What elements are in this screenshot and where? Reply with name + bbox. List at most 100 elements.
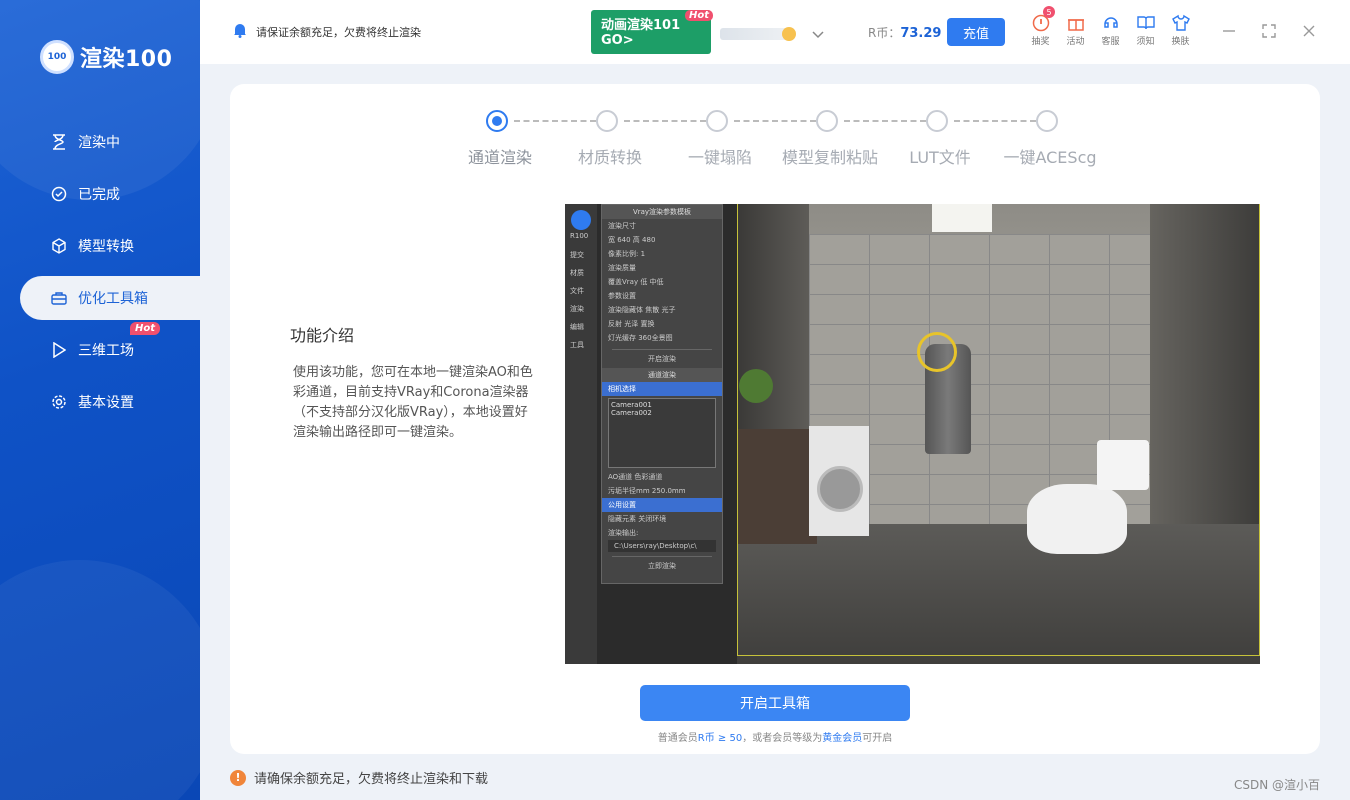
panel-row: 灯光缓存 360全景图 <box>608 334 673 342</box>
sidebar-item-label: 三维工场 <box>78 343 134 359</box>
step-dot-copy-paste[interactable] <box>816 110 838 132</box>
feature-stepper: 通道渲染 材质转换 一键塌陷 模型复制粘贴 LUT文件 一键ACEScg <box>230 110 1320 170</box>
r-coin-balance: R币：73.29 <box>868 24 941 41</box>
sidebar-item-3d-factory[interactable]: 三维工场 Hot <box>20 322 200 372</box>
sidebar-item-label: 渲染中 <box>78 135 120 151</box>
step-dot-lut[interactable] <box>926 110 948 132</box>
step-label-acescg[interactable]: 一键ACEScg <box>1003 144 1096 168</box>
app-logo: 100 渲染100 <box>40 40 172 74</box>
bathroom-render <box>737 204 1260 664</box>
step-label-collapse[interactable]: 一键塌陷 <box>688 144 752 168</box>
panel-row: 开启渲染 <box>612 349 712 364</box>
step-dot-collapse[interactable] <box>706 110 728 132</box>
sidebar-item-label: 已完成 <box>78 187 120 203</box>
cube-icon <box>50 237 68 255</box>
step-dot-acescg[interactable] <box>1036 110 1058 132</box>
tool-label: 客服 <box>1101 37 1120 47</box>
tool-label: 活动 <box>1066 37 1085 47</box>
panel-row: 相机选择 <box>602 382 722 396</box>
warning-icon: ! <box>230 769 246 786</box>
panel-row: 渲染隐藏体 焦散 光子 <box>608 306 676 314</box>
rail-item: 工具 <box>570 341 584 349</box>
book-icon <box>1136 16 1155 30</box>
panel-row: 覆盖Vray 低 中低 <box>608 278 664 286</box>
promo-go: GO> <box>601 33 634 48</box>
user-menu[interactable] <box>720 24 824 43</box>
watermark: CSDN @渲小百 <box>1234 778 1321 792</box>
note-gold-member[interactable]: 黄金会员 <box>822 733 862 744</box>
sidebar-nav: 渲染中 已完成 模型转换 优化工具箱 三维工场 Hot 基本设置 <box>20 120 200 432</box>
tool-activity[interactable]: 活动 <box>1063 14 1088 47</box>
camera-item: Camera001 <box>611 401 652 409</box>
sidebar-item-rendering[interactable]: 渲染中 <box>20 120 200 164</box>
feature-preview-image: R100 提交 材质 文件 渲染 编辑 工具 Vray渲染参数模板 渲染尺寸 宽… <box>565 204 1260 664</box>
note-r-coin: R币 ≥ 50 <box>697 733 743 744</box>
r-coin-value: 73.29 <box>900 26 942 41</box>
step-label-material[interactable]: 材质转换 <box>578 144 642 168</box>
sidebar-item-completed[interactable]: 已完成 <box>20 172 200 216</box>
bell-icon <box>232 22 248 41</box>
panel-row: 渲染质量 <box>608 264 636 272</box>
step-label-channel[interactable]: 通道渲染 <box>468 144 532 168</box>
step-connector <box>734 120 816 122</box>
sidebar-item-label: 基本设置 <box>78 395 134 411</box>
viewport-frame <box>737 204 1260 656</box>
panel-row: 隐藏元素 关闭环境 <box>608 515 667 523</box>
notice-text: 请保证余额充足，欠费将终止渲染 <box>256 25 421 39</box>
step-label-copy-paste[interactable]: 模型复制粘贴 <box>782 144 878 168</box>
toolbox-icon <box>50 289 68 307</box>
tool-label: 抽奖 <box>1031 37 1050 47</box>
intro-text: 使用该功能，您可在本地一键渲染AO和色彩通道，目前支持VRay和Corona渲染… <box>293 365 533 440</box>
play-icon <box>50 341 68 359</box>
panel-row: 像素比例: 1 <box>608 250 646 258</box>
lottery-badge: 5 <box>1043 6 1055 18</box>
intro-title: 功能介绍 <box>290 326 355 345</box>
recharge-button[interactable]: 充值 <box>947 18 1005 46</box>
panel-header: 通道渲染 <box>602 368 722 382</box>
r-coin-label: R币： <box>868 26 901 40</box>
panel-row: 参数设置 <box>608 292 636 300</box>
hourglass-icon <box>50 133 68 151</box>
minimize-icon[interactable] <box>1220 22 1238 40</box>
tool-notice[interactable]: 须知 <box>1133 14 1158 47</box>
panel-row: 渲染输出: <box>608 529 639 537</box>
sidebar-item-toolbox[interactable]: 优化工具箱 <box>20 276 200 320</box>
sidebar-item-label: 优化工具箱 <box>78 291 148 307</box>
panel-row: 立即渲染 <box>612 556 712 571</box>
gear-icon <box>50 393 68 411</box>
tool-label: 须知 <box>1136 37 1155 47</box>
headset-icon <box>1103 17 1118 28</box>
sidebar-item-settings[interactable]: 基本设置 <box>20 380 200 424</box>
promo-banner[interactable]: 动画渲染101 GO> Hot <box>591 10 713 54</box>
chevron-down-icon[interactable] <box>812 24 824 43</box>
note-prefix: 普通会员 <box>657 733 698 744</box>
panel-row: C:\Users\ray\Desktop\c\ <box>608 540 716 552</box>
step-dot-channel[interactable] <box>486 110 508 132</box>
step-connector <box>624 120 706 122</box>
rail-logo-text: R100 <box>570 232 589 240</box>
close-icon[interactable] <box>1300 22 1318 40</box>
open-toolbox-button[interactable]: 开启工具箱 <box>640 685 910 721</box>
panel-row: 宽 640 高 480 <box>608 236 656 244</box>
open-requirement-note: 普通会员R币 ≥ 50，或者会员等级为黄金会员可开启 <box>640 729 910 744</box>
step-label-lut[interactable]: LUT文件 <box>909 144 971 168</box>
note-suffix: 可开启 <box>862 733 893 744</box>
footer-warning: ! 请确保余额充足，欠费将终止渲染和下载 <box>230 768 488 787</box>
tool-support[interactable]: 客服 <box>1098 14 1123 47</box>
window-controls <box>1220 22 1318 40</box>
panel-row: 反射 光泽 置换 <box>608 320 655 328</box>
logo-badge: 100 <box>40 40 74 74</box>
rail-logo-icon <box>571 210 591 230</box>
logo-text: 渲染100 <box>80 47 173 72</box>
rail-item: 提交 <box>570 251 584 259</box>
sidebar-item-model-convert[interactable]: 模型转换 <box>20 224 200 268</box>
tool-skin[interactable]: 换肤 <box>1168 14 1193 47</box>
maximize-icon[interactable] <box>1260 22 1278 40</box>
camera-item: Camera002 <box>611 409 652 417</box>
panel-header: Vray渲染参数模板 <box>602 205 722 219</box>
panel-row: 公用设置 <box>602 498 722 512</box>
tool-lottery[interactable]: 5 抽奖 <box>1028 6 1055 47</box>
shirt-icon <box>1171 14 1190 31</box>
step-dot-material[interactable] <box>596 110 618 132</box>
rail-item: 材质 <box>570 269 584 277</box>
